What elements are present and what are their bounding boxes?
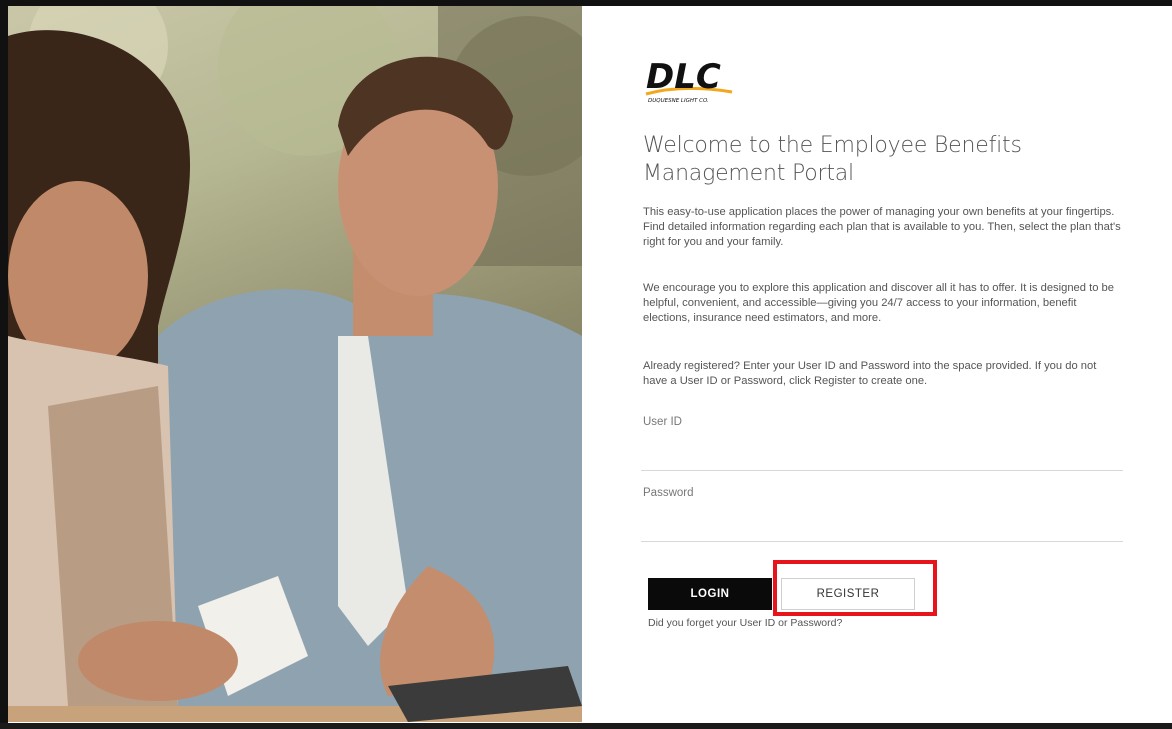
password-label: Password xyxy=(643,487,694,499)
user-id-label: User ID xyxy=(643,416,682,428)
left-border xyxy=(0,0,8,729)
page-title: Welcome to the Employee Benefits Managem… xyxy=(643,132,1113,188)
logo-text: DLC xyxy=(646,57,721,97)
intro-paragraph-2: We encourage you to explore this applica… xyxy=(643,282,1114,324)
hero-photo xyxy=(8,6,582,722)
page-title-line1: Welcome to the Employee Benefits xyxy=(643,133,1022,158)
hero-photo-illustration xyxy=(8,6,582,722)
user-id-input[interactable] xyxy=(641,446,1123,471)
bottom-border xyxy=(0,723,1172,729)
password-input[interactable] xyxy=(641,517,1123,542)
intro-paragraph-3: Already registered? Enter your User ID a… xyxy=(643,360,1097,387)
forgot-credentials-link[interactable]: Did you forget your User ID or Password? xyxy=(648,617,842,629)
company-logo: DLC DUQUESNE LIGHT CO. xyxy=(642,54,734,104)
register-button[interactable]: REGISTER xyxy=(781,578,915,610)
page-title-line2: Management Portal xyxy=(643,161,854,186)
login-button[interactable]: LOGIN xyxy=(648,578,772,610)
intro-paragraph-1: This easy-to-use application places the … xyxy=(643,206,1121,248)
logo-tagline: DUQUESNE LIGHT CO. xyxy=(648,98,709,104)
